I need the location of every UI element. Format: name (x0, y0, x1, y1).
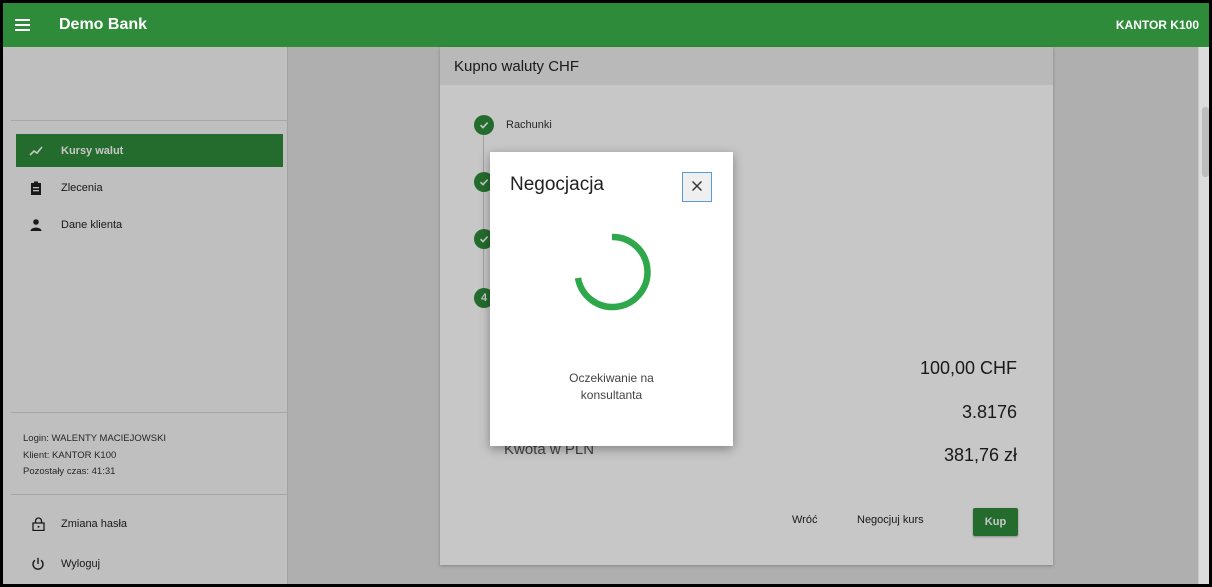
waiting-message: Oczekiwanie na konsultanta (569, 371, 654, 402)
negotiation-dialog: Negocjacja Oczekiwanie na konsultanta (490, 152, 733, 446)
top-app-bar: Demo Bank KANTOR K100 (0, 0, 1212, 47)
close-button[interactable] (682, 172, 712, 202)
loading-spinner-icon (574, 233, 651, 311)
app-title: Demo Bank (59, 16, 148, 33)
brand-label: KANTOR K100 (1115, 18, 1199, 32)
hamburger-menu-icon[interactable] (15, 14, 37, 36)
close-icon (691, 180, 703, 195)
scrollbar-thumb[interactable] (1202, 107, 1209, 177)
dialog-title: Negocjacja (510, 174, 604, 195)
